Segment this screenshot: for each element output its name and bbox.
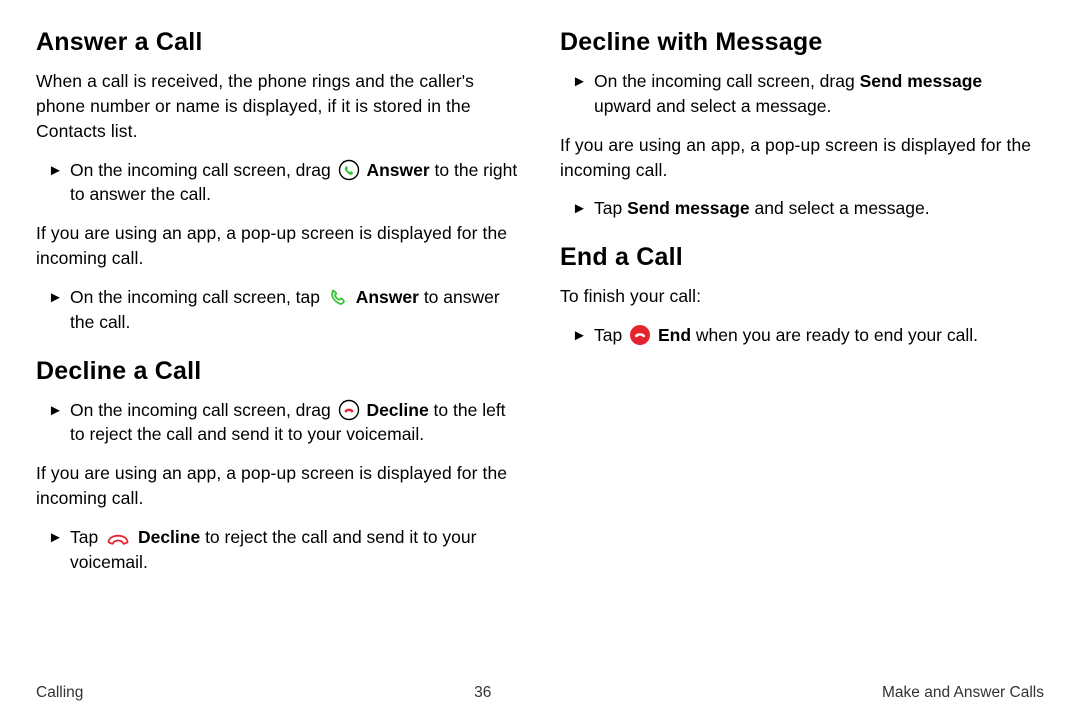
footer-section: Calling — [36, 684, 83, 702]
step-text: Tap Send message and select a message. — [594, 196, 1044, 221]
text-fragment: On the incoming call screen, tap — [70, 287, 325, 307]
play-bullet-icon: ► — [572, 196, 594, 219]
two-column-layout: Answer a Call When a call is received, t… — [36, 28, 1044, 680]
end-call-icon — [629, 324, 651, 346]
text-fragment: On the incoming call screen, drag — [70, 160, 336, 180]
step-item: ► On the incoming call screen, drag Send… — [560, 69, 1044, 119]
step-text: On the incoming call screen, drag Send m… — [594, 69, 1044, 119]
body-text: To finish your call: — [560, 284, 1044, 309]
step-item: ► Tap Send message and select a message. — [560, 196, 1044, 221]
bold-term: End — [658, 325, 691, 345]
body-text: When a call is received, the phone rings… — [36, 69, 520, 144]
text-fragment: On the incoming call screen, drag — [594, 71, 860, 91]
body-text: If you are using an app, a pop-up screen… — [36, 461, 520, 511]
step-text: Tap Decline to reject the call and send … — [70, 525, 520, 575]
heading-decline-call: Decline a Call — [36, 357, 520, 386]
decline-circle-icon — [338, 399, 360, 421]
play-bullet-icon: ► — [48, 525, 70, 548]
play-bullet-icon: ► — [572, 323, 594, 346]
text-fragment: Tap — [594, 325, 627, 345]
step-item: ► On the incoming call screen, tap Answe… — [36, 285, 520, 335]
bold-term: Answer — [366, 160, 429, 180]
answer-phone-icon — [327, 286, 349, 308]
bold-term: Decline — [366, 400, 428, 420]
step-text: On the incoming call screen, drag Answer… — [70, 158, 520, 208]
step-text: On the incoming call screen, tap Answer … — [70, 285, 520, 335]
text-fragment: On the incoming call screen, drag — [70, 400, 336, 420]
step-item: ► Tap End when you are ready to end your… — [560, 323, 1044, 348]
manual-page: Answer a Call When a call is received, t… — [0, 0, 1080, 720]
text-fragment: Tap — [594, 198, 627, 218]
play-bullet-icon: ► — [572, 69, 594, 92]
body-text: If you are using an app, a pop-up screen… — [560, 133, 1044, 183]
page-number: 36 — [474, 684, 491, 702]
text-fragment: upward and select a message. — [594, 96, 831, 116]
step-item: ► On the incoming call screen, drag Answ… — [36, 158, 520, 208]
play-bullet-icon: ► — [48, 158, 70, 181]
play-bullet-icon: ► — [48, 398, 70, 421]
heading-end-call: End a Call — [560, 243, 1044, 272]
bold-term: Decline — [138, 527, 200, 547]
step-item: ► On the incoming call screen, drag Decl… — [36, 398, 520, 448]
text-fragment: and select a message. — [750, 198, 930, 218]
page-footer: Calling 36 Make and Answer Calls — [36, 680, 1044, 708]
decline-phone-icon — [105, 528, 131, 548]
bold-term: Send message — [627, 198, 750, 218]
step-text: On the incoming call screen, drag Declin… — [70, 398, 520, 448]
text-fragment: Tap — [70, 527, 103, 547]
play-bullet-icon: ► — [48, 285, 70, 308]
answer-circle-icon — [338, 159, 360, 181]
right-column: Decline with Message ► On the incoming c… — [560, 28, 1044, 680]
text-fragment: when you are ready to end your call. — [691, 325, 978, 345]
left-column: Answer a Call When a call is received, t… — [36, 28, 520, 680]
footer-topic: Make and Answer Calls — [882, 684, 1044, 702]
heading-decline-message: Decline with Message — [560, 28, 1044, 57]
step-item: ► Tap Decline to reject the call and sen… — [36, 525, 520, 575]
bold-term: Answer — [356, 287, 419, 307]
body-text: If you are using an app, a pop-up screen… — [36, 221, 520, 271]
heading-answer-call: Answer a Call — [36, 28, 520, 57]
step-text: Tap End when you are ready to end your c… — [594, 323, 1044, 348]
bold-term: Send message — [860, 71, 983, 91]
